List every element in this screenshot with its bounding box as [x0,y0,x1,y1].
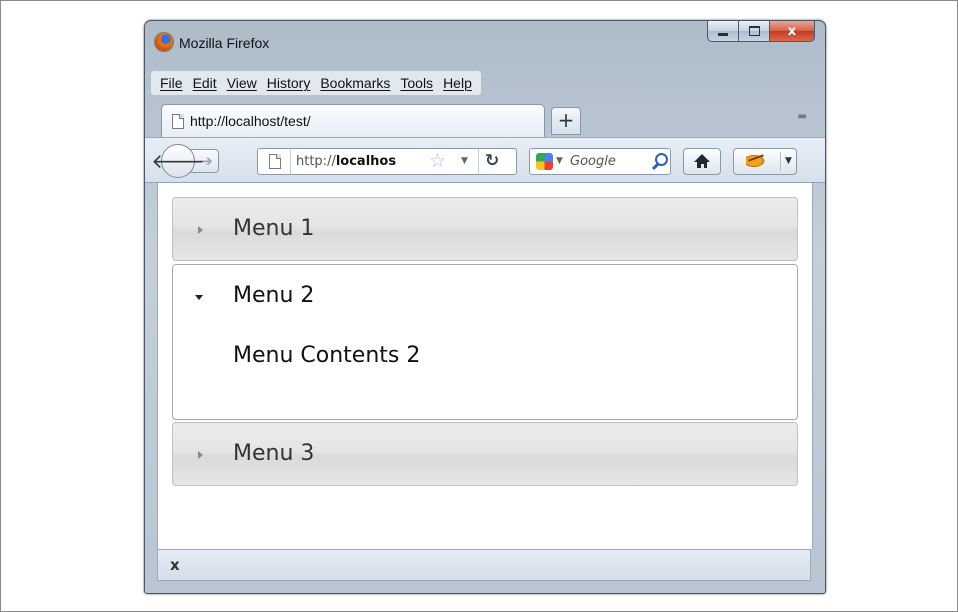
accordion-title: Menu 3 [233,441,315,466]
url-prefix: http:// [296,154,336,169]
home-icon [694,154,710,169]
tab-active[interactable]: http://localhost/test/ [161,104,545,137]
url-history-dropdown-icon[interactable]: ▼ [461,156,468,166]
menu-help[interactable]: Help [438,75,477,91]
firebug-button[interactable]: ▼ [733,148,797,175]
close-button[interactable]: x [769,21,815,42]
add-on-bar: x [157,549,811,581]
firebug-divider [780,152,781,171]
home-button[interactable] [683,148,721,175]
url-divider [290,149,291,174]
magnifier-handle [651,162,660,171]
minimize-button[interactable] [707,21,739,42]
accordion-title: Menu 1 [233,216,315,241]
search-engine-dropdown-icon[interactable]: ▼ [556,156,563,166]
minimize-icon [718,32,728,36]
menu-history[interactable]: History [262,75,316,91]
back-button[interactable]: 🡐 [151,144,205,178]
collapsed-triangle-icon [198,226,203,234]
menu-bookmarks[interactable]: Bookmarks [315,75,395,91]
site-identity-icon[interactable] [269,154,281,169]
title-bar[interactable]: Mozilla Firefox x [145,21,825,65]
menu-edit[interactable]: Edit [188,75,222,91]
search-input[interactable]: Google [570,154,650,169]
accordion-title: Menu 2 [233,283,315,308]
accordion-panel-text: Menu Contents 2 [233,343,421,368]
url-bar[interactable]: http://localhos ☆ ▼ ↻ [257,148,517,175]
accordion-header-menu-3[interactable]: Menu 3 [172,422,798,486]
accordion-panel: Menu Contents 2 [173,329,797,419]
browser-window: Mozilla Firefox x File Edit View History… [144,20,826,594]
tab-strip: http://localhost/test/ + ▬ [145,101,825,137]
close-add-on-bar-icon[interactable]: x [170,556,180,574]
page-content: Menu 1 Menu 2 Menu Contents 2 Menu 3 [157,183,813,549]
reload-icon[interactable]: ↻ [485,151,499,171]
url-host: localhos [335,154,397,169]
url-text[interactable]: http://localhos [296,154,426,169]
maximize-button[interactable] [738,21,770,42]
tab-label: http://localhost/test/ [190,113,311,129]
maximize-icon [748,26,760,36]
firebug-icon [746,154,766,168]
home-icon-door [701,164,704,168]
url-divider [478,149,479,174]
accordion-item: Menu 3 [172,422,798,486]
bookmark-star-icon[interactable]: ☆ [429,150,446,172]
menu-tools[interactable]: Tools [395,75,438,91]
navigation-toolbar: ➔ 🡐 http://localhos ☆ ▼ ↻ ▼ Google ▼ [145,137,825,183]
close-icon: x [787,23,797,39]
menu-view[interactable]: View [222,75,262,91]
accordion-header-menu-1[interactable]: Menu 1 [172,197,798,261]
accordion-item-expanded: Menu 2 Menu Contents 2 [172,264,798,420]
accordion-header-menu-2[interactable]: Menu 2 [173,265,797,329]
expanded-triangle-icon [195,295,203,300]
page-icon [172,114,184,129]
new-tab-button[interactable]: + [551,107,581,135]
back-arrow-icon: 🡐 [151,149,205,173]
firefox-logo-icon [155,33,173,51]
menu-file[interactable]: File [155,75,188,91]
collapsed-triangle-icon [198,451,203,459]
accordion-item: Menu 1 [172,197,798,261]
google-engine-icon[interactable] [536,153,553,170]
window-controls: x [707,21,815,43]
firebug-dropdown-icon[interactable]: ▼ [785,156,792,166]
window-title: Mozilla Firefox [179,35,270,51]
tab-list-chevron-icon[interactable]: ▬ [798,111,807,122]
search-go-icon[interactable] [650,151,668,171]
search-bar[interactable]: ▼ Google [529,148,671,175]
menu-bar: File Edit View History Bookmarks Tools H… [151,71,481,95]
